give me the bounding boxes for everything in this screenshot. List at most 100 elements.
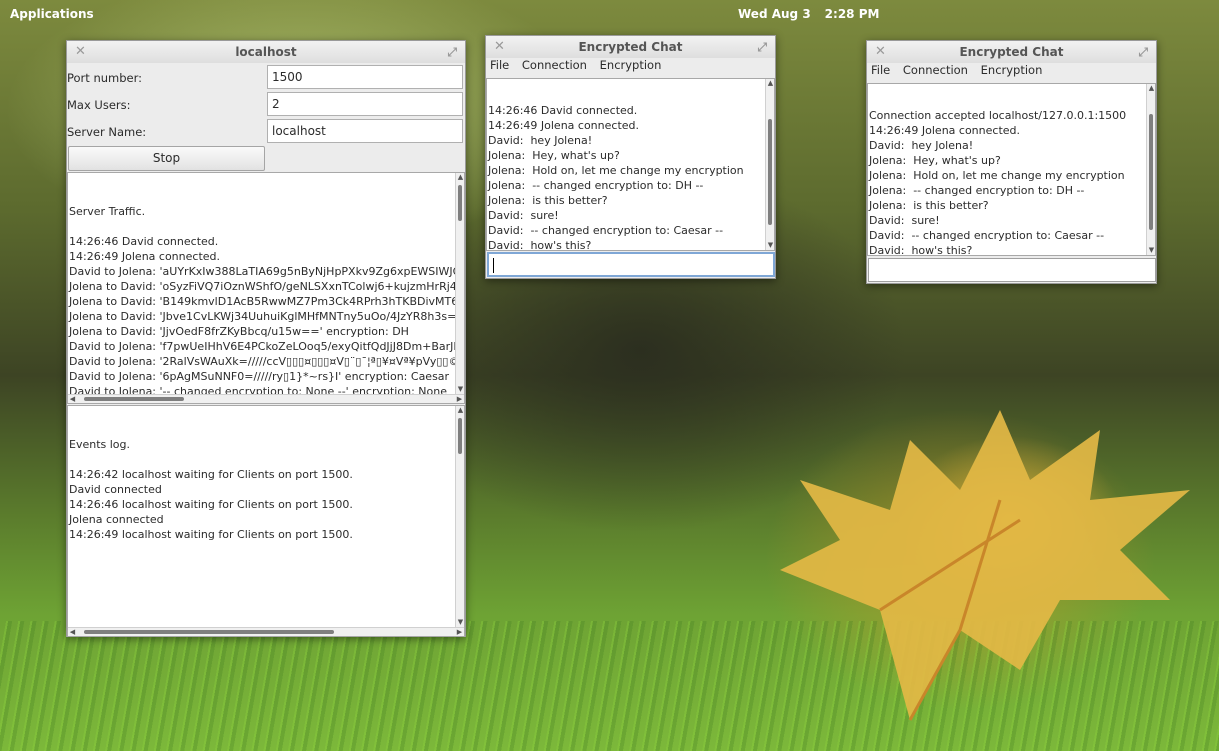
traffic-line [69,219,464,234]
traffic-line: Jolena to David: 'JjvOedF8frZKyBbcq/u15w… [69,325,409,338]
close-icon[interactable]: ✕ [75,41,86,63]
scroll-left-icon[interactable]: ◀ [68,628,77,636]
chat-message: David: how's this? [869,244,973,256]
menu-encryption[interactable]: Encryption [981,63,1043,77]
chat-message: David: how's this? [488,239,592,251]
event-line: 14:26:42 localhost waiting for Clients o… [69,468,353,481]
chat-message: Jolena: is this better? [869,199,989,212]
traffic-line: Server Traffic. [69,205,146,218]
scrollbar-thumb[interactable] [84,630,334,634]
close-icon[interactable]: ✕ [875,41,886,63]
chat-message: David: -- changed encryption to: Caesar … [869,229,1105,242]
chat-message: David: hey Jolena! [869,139,974,152]
chat-history[interactable]: Connection accepted localhost/127.0.0.1:… [867,83,1156,256]
server-titlebar[interactable]: ✕ localhost ⤢ [67,41,465,63]
scroll-right-icon[interactable]: ▶ [455,628,464,636]
scroll-up-icon[interactable]: ▲ [1147,84,1155,93]
chat-message: Jolena: is this better? [488,194,608,207]
text-caret [493,258,494,273]
events-log[interactable]: Events log. 14:26:42 localhost waiting fo… [67,405,465,637]
scrollbar-thumb[interactable] [84,397,184,401]
chat-message: 14:26:49 Jolena connected. [869,124,1021,137]
scrollbar-thumb[interactable] [1149,114,1153,230]
clock[interactable]: Wed Aug 3 2:28 PM [738,7,893,21]
events-vertical-scrollbar[interactable]: ▲ ▼ [455,406,464,627]
chat-message: Jolena: Hey, what's up? [488,149,620,162]
chat-message: David: sure! [869,214,940,227]
traffic-vertical-scrollbar[interactable]: ▲ ▼ [455,173,464,394]
wallpaper-leaf [780,410,1190,721]
traffic-line: David to Jolena: '6pAgMSuNNF0=/////ry▯1}… [69,370,450,383]
events-horizontal-scrollbar[interactable]: ◀ ▶ [68,627,464,636]
traffic-line: David to Jolena: '2RalVsWAuXk=/////ccV▯▯… [69,355,460,368]
menu-bar: File Connection Encryption [867,63,1156,77]
window-title: Encrypted Chat [959,45,1064,59]
traffic-horizontal-scrollbar[interactable]: ◀ ▶ [68,394,464,403]
stop-button[interactable]: Stop [68,146,265,171]
scroll-down-icon[interactable]: ▼ [456,618,464,627]
max-users-field[interactable]: 2 [267,92,463,116]
scroll-left-icon[interactable]: ◀ [68,395,77,403]
scroll-down-icon[interactable]: ▼ [766,241,774,250]
maximize-icon[interactable]: ⤢ [447,41,457,63]
traffic-line: David to Jolena: 'f7pwUeIHhV6E4PCkoZeLOo… [69,340,465,353]
close-icon[interactable]: ✕ [494,36,505,58]
event-line: 14:26:49 localhost waiting for Clients o… [69,528,353,541]
menu-file[interactable]: File [490,58,509,72]
server-name-field[interactable]: localhost [267,119,463,143]
message-input[interactable] [868,258,1156,282]
server-traffic-log[interactable]: Server Traffic. 14:26:46 David connected.… [67,172,465,404]
traffic-line: 14:26:46 David connected. [69,235,219,248]
chat-vertical-scrollbar[interactable]: ▲ ▼ [765,79,774,250]
chat-history[interactable]: 14:26:46 David connected. 14:26:49 Jolena… [486,78,775,251]
scrollbar-thumb[interactable] [458,185,462,221]
chat-message: Jolena: Hold on, let me change my encryp… [869,169,1125,182]
chat-message: Jolena: Hey, what's up? [869,154,1001,167]
event-line: Events log. [69,438,131,451]
scroll-down-icon[interactable]: ▼ [456,385,464,394]
window-title: localhost [235,45,297,59]
chat-titlebar[interactable]: ✕ Encrypted Chat ⤢ [486,36,775,58]
max-users-label: Max Users: [67,98,131,112]
event-line: David connected [69,483,162,496]
chat-vertical-scrollbar[interactable]: ▲ ▼ [1146,84,1155,255]
scroll-down-icon[interactable]: ▼ [1147,246,1155,255]
scroll-up-icon[interactable]: ▲ [766,79,774,88]
port-field[interactable]: 1500 [267,65,463,89]
menu-bar: File Connection Encryption [486,58,775,72]
menu-file[interactable]: File [871,63,890,77]
scrollbar-thumb[interactable] [458,418,462,454]
chat-message: 14:26:46 David connected. [488,104,638,117]
clock-time: 2:28 PM [824,7,880,21]
top-panel: Applications Wed Aug 3 2:28 PM [0,0,1219,30]
menu-connection[interactable]: Connection [903,63,968,77]
scroll-up-icon[interactable]: ▲ [456,173,464,182]
traffic-line: 14:26:49 Jolena connected. [69,250,221,263]
menu-connection[interactable]: Connection [522,58,587,72]
server-window: ✕ localhost ⤢ Port number: 1500 Max User… [66,40,466,637]
clock-date: Wed Aug 3 [738,7,811,21]
chat-titlebar[interactable]: ✕ Encrypted Chat ⤢ [867,41,1156,63]
window-title: Encrypted Chat [578,40,683,54]
event-line [69,452,464,467]
chat-window-jolena: ✕ Encrypted Chat ⤢ File Connection Encry… [866,40,1157,284]
event-line: 14:26:46 localhost waiting for Clients o… [69,498,353,511]
chat-message: David: -- changed encryption to: Caesar … [488,224,724,237]
scroll-right-icon[interactable]: ▶ [455,395,464,403]
message-input[interactable] [487,252,775,277]
menu-encryption[interactable]: Encryption [600,58,662,72]
chat-window-david: ✕ Encrypted Chat ⤢ File Connection Encry… [485,35,776,279]
chat-message: Jolena: -- changed encryption to: DH -- [869,184,1085,197]
scroll-up-icon[interactable]: ▲ [456,406,464,415]
traffic-line: Jolena to David: 'B149kmvlD1AcB5RwwMZ7Pm… [69,295,465,308]
port-label: Port number: [67,71,143,85]
chat-message: David: sure! [488,209,559,222]
applications-menu[interactable]: Applications [10,7,94,21]
traffic-line: Jolena to David: 'Jbve1CvLKWj34UuhuiKglM… [69,310,465,323]
chat-message: Connection accepted localhost/127.0.0.1:… [869,109,1127,122]
chat-message: Jolena: Hold on, let me change my encryp… [488,164,744,177]
maximize-icon[interactable]: ⤢ [1138,41,1148,63]
maximize-icon[interactable]: ⤢ [757,36,767,58]
scrollbar-thumb[interactable] [768,119,772,225]
chat-message: 14:26:49 Jolena connected. [488,119,640,132]
